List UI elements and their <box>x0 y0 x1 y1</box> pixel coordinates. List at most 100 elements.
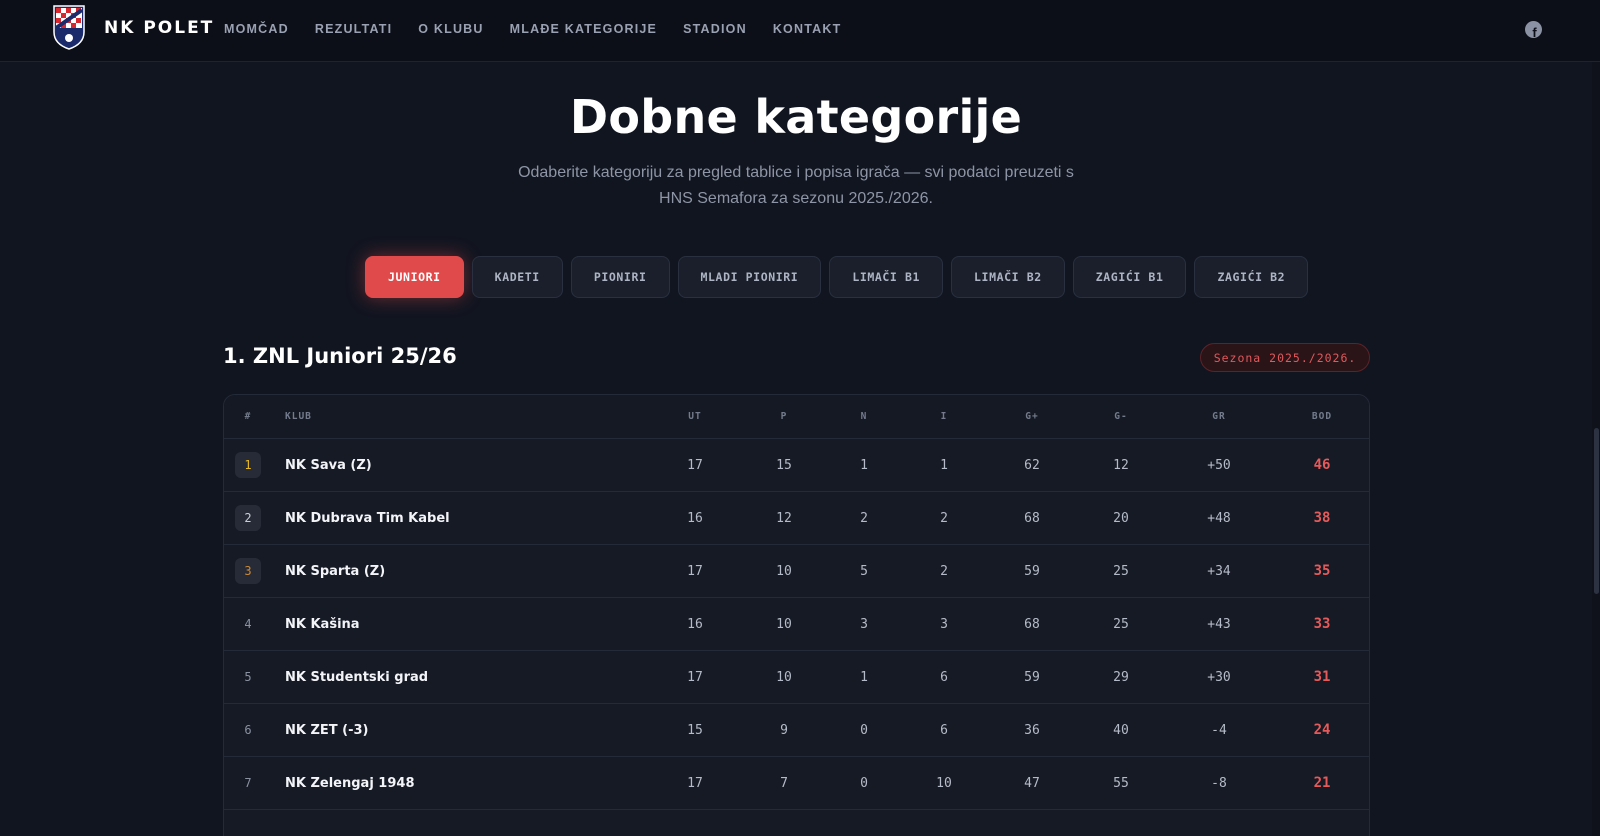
cell-i: 2 <box>940 510 948 526</box>
nav-item-rezultati[interactable]: REZULTATI <box>315 22 392 36</box>
club-name: NK Zelengaj 1948 <box>285 775 415 791</box>
cell-p: 7 <box>780 775 788 791</box>
cell-gr: -8 <box>1211 775 1227 791</box>
tab-zagici-b1[interactable]: ZAGIĆI B1 <box>1072 256 1187 298</box>
cell-gminus: 40 <box>1113 722 1129 738</box>
brand-name[interactable]: NK POLET <box>104 18 214 38</box>
cell-n: 0 <box>860 722 868 738</box>
cell-p: 10 <box>776 616 792 632</box>
subtitle-line: HNS Semafora za sezonu 2025./2026. <box>659 190 933 207</box>
main-nav: MOMČAD REZULTATI O KLUBU MLAĐE KATEGORIJ… <box>224 22 867 36</box>
rank-badge: 3 <box>235 558 261 584</box>
standings-table: # KLUB UT P N I G+ G- GR BOD 1 NK Sava (Z… <box>223 394 1370 836</box>
cell-bod: 24 <box>1313 722 1331 738</box>
table-row[interactable]: 6 NK ZET (-3) 15 9 0 6 36 40 -4 24 <box>224 704 1369 757</box>
facebook-icon[interactable]: f <box>1525 21 1542 38</box>
cell-bod: 46 <box>1313 457 1331 473</box>
rank-cell: 4 <box>234 598 262 650</box>
league-title: 1. ZNL Juniori 25/26 <box>223 344 457 368</box>
cell-gminus: 25 <box>1113 616 1129 632</box>
tab-juniori[interactable]: JUNIORI <box>365 256 464 298</box>
cell-i: 3 <box>940 616 948 632</box>
table-header: # KLUB UT P N I G+ G- GR BOD <box>224 395 1369 439</box>
season-badge: Sezona 2025./2026. <box>1200 343 1370 372</box>
tab-limaci-b1[interactable]: LIMAČI B1 <box>829 256 944 298</box>
col-header-p: P <box>780 411 788 422</box>
cell-bod: 21 <box>1313 775 1331 791</box>
page-subtitle: Odaberite kategoriju za pregled tablice … <box>510 160 1082 212</box>
table-row[interactable]: 5 NK Studentski grad 17 10 1 6 59 29 +30 31 <box>224 651 1369 704</box>
tab-kadeti[interactable]: KADETI <box>471 256 563 298</box>
scrollbar-thumb[interactable] <box>1594 428 1599 594</box>
cell-gminus: 25 <box>1113 563 1129 579</box>
cell-gminus: 20 <box>1113 510 1129 526</box>
cell-p: 9 <box>780 722 788 738</box>
club-logo[interactable] <box>52 4 86 50</box>
cell-gr: +48 <box>1207 510 1231 526</box>
cell-ut: 16 <box>687 510 703 526</box>
cell-i: 1 <box>940 457 948 473</box>
cell-n: 5 <box>860 563 868 579</box>
club-name: NK Sava (Z) <box>285 457 372 473</box>
rank-cell: 5 <box>234 651 262 703</box>
site-header: NK POLET MOMČAD REZULTATI O KLUBU MLAĐE … <box>0 0 1600 62</box>
col-header-rank: # <box>244 411 252 422</box>
tab-pioniri[interactable]: PIONIRI <box>570 256 670 298</box>
cell-gminus: 55 <box>1113 775 1129 791</box>
cell-gplus: 47 <box>1024 775 1040 791</box>
nav-item-mlade-kategorije[interactable]: MLAĐE KATEGORIJE <box>510 22 657 36</box>
cell-n: 1 <box>860 457 868 473</box>
cell-gplus: 59 <box>1024 669 1040 685</box>
cell-ut: 17 <box>687 457 703 473</box>
cell-i: 6 <box>940 722 948 738</box>
cell-gr: +30 <box>1207 669 1231 685</box>
rank-badge: 6 <box>244 723 252 737</box>
table-row[interactable]: 2 NK Dubrava Tim Kabel 16 12 2 2 68 20 +48 38 <box>224 492 1369 545</box>
cell-gplus: 68 <box>1024 510 1040 526</box>
rank-cell: 3 <box>234 545 262 597</box>
rank-cell: 2 <box>234 492 262 544</box>
club-name: NK Sparta (Z) <box>285 563 386 579</box>
nav-item-stadion[interactable]: STADION <box>683 22 747 36</box>
rank-cell: 6 <box>234 704 262 756</box>
cell-bod: 38 <box>1313 510 1331 526</box>
cell-n: 1 <box>860 669 868 685</box>
cell-ut: 17 <box>687 669 703 685</box>
rank-badge: 4 <box>244 617 252 631</box>
rank-cell: 7 <box>234 757 262 809</box>
club-name: NK Dubrava Tim Kabel <box>285 510 450 526</box>
cell-gr: +50 <box>1207 457 1231 473</box>
table-row[interactable]: 4 NK Kašina 16 10 3 3 68 25 +43 33 <box>224 598 1369 651</box>
nav-item-momcad[interactable]: MOMČAD <box>224 22 289 36</box>
club-name: NK Studentski grad <box>285 669 429 685</box>
cell-p: 10 <box>776 563 792 579</box>
col-header-bod: BOD <box>1311 411 1333 422</box>
nav-item-o-klubu[interactable]: O KLUBU <box>418 22 483 36</box>
table-row[interactable]: 7 NK Zelengaj 1948 17 7 0 10 47 55 -8 21 <box>224 757 1369 810</box>
tab-mladi-pioniri[interactable]: MLADI PIONIRI <box>677 256 822 298</box>
cell-gminus: 29 <box>1113 669 1129 685</box>
category-tabs: JUNIORI KADETI PIONIRI MLADI PIONIRI LIM… <box>365 256 1309 298</box>
cell-gplus: 62 <box>1024 457 1040 473</box>
nav-item-kontakt[interactable]: KONTAKT <box>773 22 842 36</box>
cell-bod: 33 <box>1313 616 1331 632</box>
cell-gplus: 36 <box>1024 722 1040 738</box>
cell-gr: +34 <box>1207 563 1231 579</box>
cell-ut: 17 <box>687 563 703 579</box>
rank-badge: 2 <box>235 505 261 531</box>
col-header-gplus: G+ <box>1025 411 1039 422</box>
rank-badge: 1 <box>235 452 261 478</box>
rank-cell: 1 <box>234 439 262 491</box>
cell-ut: 17 <box>687 775 703 791</box>
cell-i: 6 <box>940 669 948 685</box>
tab-zagici-b2[interactable]: ZAGIĆI B2 <box>1194 256 1309 298</box>
table-row[interactable]: 1 NK Sava (Z) 17 15 1 1 62 12 +50 46 <box>224 439 1369 492</box>
cell-n: 0 <box>860 775 868 791</box>
col-header-ut: UT <box>688 411 702 422</box>
club-name: NK Kašina <box>285 616 360 632</box>
cell-gplus: 68 <box>1024 616 1040 632</box>
tab-limaci-b2[interactable]: LIMAČI B2 <box>951 256 1065 298</box>
cell-n: 2 <box>860 510 868 526</box>
table-row[interactable]: 3 NK Sparta (Z) 17 10 5 2 59 25 +34 35 <box>224 545 1369 598</box>
page: NK POLET MOMČAD REZULTATI O KLUBU MLAĐE … <box>0 0 1600 836</box>
